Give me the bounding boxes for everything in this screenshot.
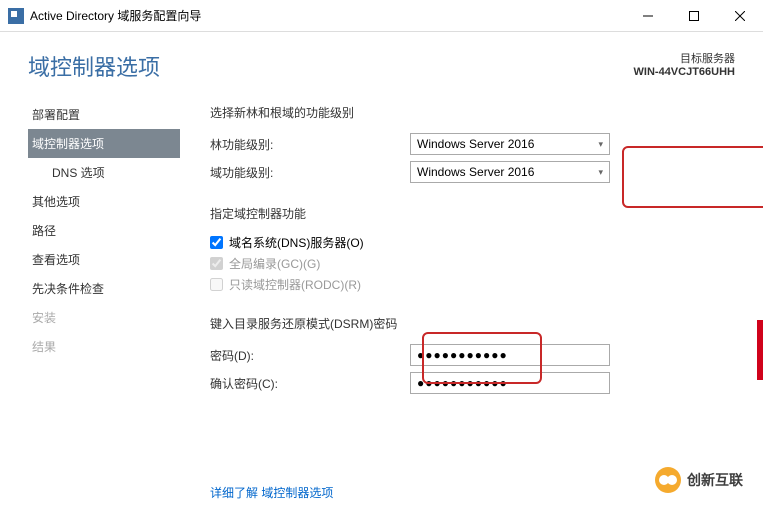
sidebar-item-results: 结果: [28, 332, 180, 361]
sidebar-item-deployment[interactable]: 部署配置: [28, 100, 180, 129]
content: 部署配置 域控制器选项 DNS 选项 其他选项 路径 查看选项 先决条件检查 安…: [0, 90, 763, 501]
confirm-password-input[interactable]: [410, 372, 610, 394]
section-dsrm: 键入目录服务还原模式(DSRM)密码: [210, 315, 733, 332]
domain-level-dropdown[interactable]: Windows Server 2016 ▾: [410, 161, 610, 183]
close-button[interactable]: [717, 0, 763, 32]
minimize-button[interactable]: [625, 0, 671, 32]
section-dc-capabilities: 指定域控制器功能: [210, 205, 733, 222]
dns-checkbox-label: 域名系统(DNS)服务器(O): [229, 234, 364, 251]
sidebar-item-other[interactable]: 其他选项: [28, 187, 180, 216]
main-panel: 选择新林和根域的功能级别 林功能级别: Windows Server 2016 …: [180, 90, 763, 501]
password-input[interactable]: [410, 344, 610, 366]
domain-level-value: Windows Server 2016: [417, 165, 534, 179]
password-row: 密码(D):: [210, 344, 733, 366]
more-info-link[interactable]: 详细了解 域控制器选项: [210, 486, 333, 500]
chevron-down-icon: ▾: [598, 139, 603, 150]
app-icon: [8, 8, 24, 24]
header: 域控制器选项 目标服务器 WIN-44VCJT66UHH: [0, 32, 763, 90]
sidebar: 部署配置 域控制器选项 DNS 选项 其他选项 路径 查看选项 先决条件检查 安…: [0, 90, 180, 501]
forest-level-label: 林功能级别:: [210, 136, 410, 153]
sidebar-item-paths[interactable]: 路径: [28, 216, 180, 245]
sidebar-item-review[interactable]: 查看选项: [28, 245, 180, 274]
server-label: 目标服务器: [634, 50, 735, 66]
forest-level-value: Windows Server 2016: [417, 137, 534, 151]
gc-checkbox-label: 全局编录(GC)(G): [229, 255, 320, 272]
rodc-checkbox-row: 只读域控制器(RODC)(R): [210, 276, 733, 293]
titlebar: Active Directory 域服务配置向导: [0, 0, 763, 32]
password-label: 密码(D):: [210, 347, 410, 364]
server-name: WIN-44VCJT66UHH: [634, 66, 735, 78]
chevron-down-icon: ▾: [598, 167, 603, 178]
server-info: 目标服务器 WIN-44VCJT66UHH: [634, 50, 735, 82]
sidebar-item-prereq[interactable]: 先决条件检查: [28, 274, 180, 303]
maximize-button[interactable]: [671, 0, 717, 32]
sidebar-item-dcoptions[interactable]: 域控制器选项: [28, 129, 180, 158]
window-controls: [625, 0, 763, 32]
gc-checkbox-row: 全局编录(GC)(G): [210, 255, 733, 272]
domain-level-row: 域功能级别: Windows Server 2016 ▾: [210, 161, 733, 183]
rodc-checkbox: [210, 278, 223, 291]
sidebar-item-install: 安装: [28, 303, 180, 332]
titlebar-text: Active Directory 域服务配置向导: [30, 7, 625, 24]
dns-checkbox[interactable]: [210, 236, 223, 249]
forest-level-dropdown[interactable]: Windows Server 2016 ▾: [410, 133, 610, 155]
page-title: 域控制器选项: [28, 50, 160, 82]
forest-level-row: 林功能级别: Windows Server 2016 ▾: [210, 133, 733, 155]
confirm-password-label: 确认密码(C):: [210, 375, 410, 392]
red-side-mark: [757, 320, 763, 380]
rodc-checkbox-label: 只读域控制器(RODC)(R): [229, 276, 361, 293]
watermark: 创新互联: [655, 467, 743, 493]
confirm-password-row: 确认密码(C):: [210, 372, 733, 394]
watermark-icon: [655, 467, 681, 493]
section-functional-levels: 选择新林和根域的功能级别: [210, 104, 733, 121]
sidebar-item-dns[interactable]: DNS 选项: [28, 158, 180, 187]
dns-checkbox-row: 域名系统(DNS)服务器(O): [210, 234, 733, 251]
domain-level-label: 域功能级别:: [210, 164, 410, 181]
gc-checkbox: [210, 257, 223, 270]
watermark-text: 创新互联: [687, 470, 743, 490]
